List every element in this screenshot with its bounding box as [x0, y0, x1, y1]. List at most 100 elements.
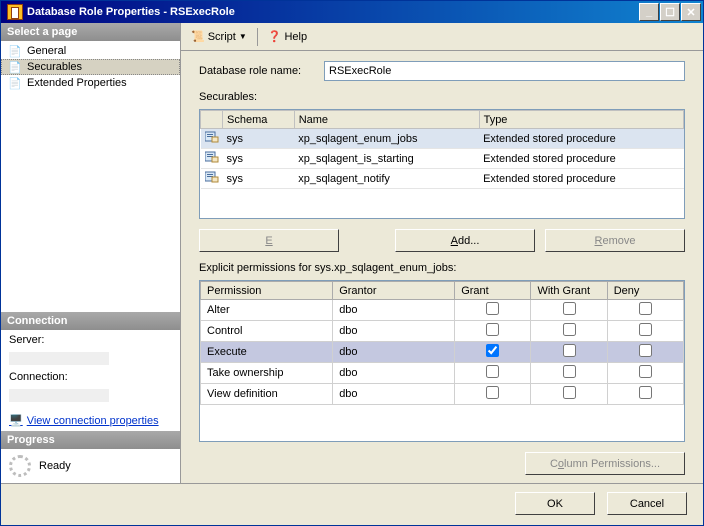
- securable-row[interactable]: sysxp_sqlagent_enum_jobsExtended stored …: [201, 129, 684, 149]
- col-permission[interactable]: Permission: [201, 282, 333, 300]
- cell-type: Extended stored procedure: [479, 149, 683, 169]
- deny-checkbox[interactable]: [639, 302, 652, 315]
- title-bar: Database Role Properties - RSExecRole _ …: [1, 1, 703, 23]
- role-name-label: Database role name:: [199, 65, 314, 77]
- progress-header: Progress: [1, 431, 180, 449]
- grant-checkbox[interactable]: [486, 344, 499, 357]
- script-button[interactable]: 📜 Script ▼: [187, 28, 251, 45]
- securable-row[interactable]: sysxp_sqlagent_is_startingExtended store…: [201, 149, 684, 169]
- cell-permission: Alter: [201, 300, 333, 321]
- window-title: Database Role Properties - RSExecRole: [27, 6, 639, 18]
- permission-row[interactable]: Executedbo: [201, 342, 684, 363]
- grant-checkbox[interactable]: [486, 365, 499, 378]
- grant-checkbox[interactable]: [486, 302, 499, 315]
- nav-general[interactable]: 📄 General: [1, 43, 180, 59]
- grant-checkbox[interactable]: [486, 323, 499, 336]
- effective-permissions-button[interactable]: E: [199, 229, 339, 252]
- grant-checkbox[interactable]: [486, 386, 499, 399]
- col-withgrant[interactable]: With Grant: [531, 282, 607, 300]
- col-name[interactable]: Name: [294, 111, 479, 129]
- securables-grid[interactable]: Schema Name Type sysxp_sqlagent_enum_job…: [199, 109, 685, 219]
- withgrant-checkbox[interactable]: [563, 344, 576, 357]
- role-name-input[interactable]: [324, 61, 685, 81]
- cell-grantor: dbo: [333, 363, 455, 384]
- deny-checkbox[interactable]: [639, 323, 652, 336]
- col-type[interactable]: Type: [479, 111, 683, 129]
- col-deny[interactable]: Deny: [607, 282, 683, 300]
- cell-type: Extended stored procedure: [479, 129, 683, 149]
- connection-value: [9, 389, 109, 402]
- cell-name: xp_sqlagent_notify: [294, 169, 479, 189]
- col-schema[interactable]: Schema: [223, 111, 295, 129]
- ok-button[interactable]: OK: [515, 492, 595, 515]
- cell-schema: sys: [223, 169, 295, 189]
- script-label: Script: [208, 31, 236, 43]
- withgrant-checkbox[interactable]: [563, 386, 576, 399]
- script-icon: 📜: [191, 30, 205, 43]
- page-icon: 📄: [7, 60, 23, 74]
- nav-extended-label: Extended Properties: [27, 77, 127, 89]
- permission-row[interactable]: Take ownershipdbo: [201, 363, 684, 384]
- permission-row[interactable]: View definitiondbo: [201, 384, 684, 405]
- stored-procedure-icon: [205, 151, 219, 163]
- cell-schema: sys: [223, 129, 295, 149]
- nav-general-label: General: [27, 45, 66, 57]
- stored-procedure-icon: [205, 171, 219, 183]
- help-label: Help: [284, 31, 307, 43]
- maximize-button[interactable]: ☐: [660, 3, 680, 21]
- progress-status: Ready: [39, 460, 71, 472]
- grid-corner: [201, 111, 223, 129]
- cell-grantor: dbo: [333, 342, 455, 363]
- view-connection-properties-link[interactable]: 🖥️ View connection properties: [9, 414, 172, 427]
- withgrant-checkbox[interactable]: [563, 365, 576, 378]
- connection-header: Connection: [1, 312, 180, 330]
- help-icon: ❓: [268, 30, 282, 43]
- page-icon: 📄: [7, 76, 23, 90]
- server-label: Server:: [9, 334, 172, 346]
- left-panel: Select a page 📄 General 📄 Securables 📄 E…: [1, 23, 181, 483]
- add-button[interactable]: Add...: [395, 229, 535, 252]
- select-page-header: Select a page: [1, 23, 180, 41]
- cell-grantor: dbo: [333, 321, 455, 342]
- stored-procedure-icon: [205, 131, 219, 143]
- col-grantor[interactable]: Grantor: [333, 282, 455, 300]
- withgrant-checkbox[interactable]: [563, 323, 576, 336]
- cell-name: xp_sqlagent_enum_jobs: [294, 129, 479, 149]
- securables-label: Securables:: [199, 91, 685, 103]
- deny-checkbox[interactable]: [639, 365, 652, 378]
- explicit-permissions-label: Explicit permissions for sys.xp_sqlagent…: [199, 262, 685, 274]
- nav-securables[interactable]: 📄 Securables: [1, 59, 180, 75]
- cell-name: xp_sqlagent_is_starting: [294, 149, 479, 169]
- deny-checkbox[interactable]: [639, 344, 652, 357]
- view-connection-label: View connection properties: [27, 415, 159, 427]
- cell-grantor: dbo: [333, 384, 455, 405]
- permission-row[interactable]: Alterdbo: [201, 300, 684, 321]
- cell-permission: Execute: [201, 342, 333, 363]
- page-icon: 📄: [7, 44, 23, 58]
- cell-permission: Control: [201, 321, 333, 342]
- cancel-button[interactable]: Cancel: [607, 492, 687, 515]
- connection-icon: 🖥️: [9, 414, 23, 427]
- progress-spinner-icon: [9, 455, 31, 477]
- col-grant[interactable]: Grant: [455, 282, 531, 300]
- toolbar: 📜 Script ▼ ❓ Help: [181, 23, 703, 51]
- permission-row[interactable]: Controldbo: [201, 321, 684, 342]
- server-value: [9, 352, 109, 365]
- cell-permission: View definition: [201, 384, 333, 405]
- securable-row[interactable]: sysxp_sqlagent_notifyExtended stored pro…: [201, 169, 684, 189]
- minimize-button[interactable]: _: [639, 3, 659, 21]
- dropdown-arrow-icon[interactable]: ▼: [239, 32, 247, 41]
- app-icon: [7, 4, 23, 20]
- help-button[interactable]: ❓ Help: [264, 28, 311, 45]
- permissions-grid[interactable]: Permission Grantor Grant With Grant Deny…: [199, 280, 685, 442]
- remove-button[interactable]: Remove: [545, 229, 685, 252]
- cell-grantor: dbo: [333, 300, 455, 321]
- close-button[interactable]: ✕: [681, 3, 701, 21]
- withgrant-checkbox[interactable]: [563, 302, 576, 315]
- connection-label: Connection:: [9, 371, 172, 383]
- dialog-footer: OK Cancel: [1, 483, 703, 523]
- nav-extended-properties[interactable]: 📄 Extended Properties: [1, 75, 180, 91]
- cell-permission: Take ownership: [201, 363, 333, 384]
- deny-checkbox[interactable]: [639, 386, 652, 399]
- column-permissions-button[interactable]: Column Permissions...: [525, 452, 685, 475]
